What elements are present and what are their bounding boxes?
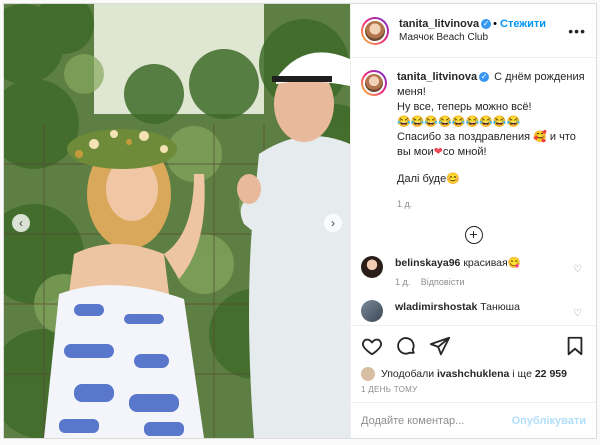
caption-body: tanita_litvinova ✓ С днём рождения меня! … bbox=[397, 70, 586, 212]
more-options-icon[interactable]: ••• bbox=[568, 23, 586, 39]
post-date[interactable]: 1 ДЕНЬ ТОМУ bbox=[351, 383, 596, 402]
comment-text: Танюша bbox=[480, 301, 520, 313]
likes-count[interactable]: 22 959 bbox=[535, 368, 567, 380]
caption-line-4: Спасибо за поздравления 🥰 и что вы мои❤с… bbox=[397, 131, 576, 158]
comment-body: belinskaya96 красивая😋 1 д. Відповісти bbox=[395, 256, 521, 290]
caption-line-3: 😂😂😂😂😂😂😂😂😂 bbox=[397, 116, 521, 128]
post-actions-bar bbox=[351, 325, 596, 365]
liker-avatar[interactable] bbox=[361, 367, 375, 381]
verified-badge-icon: ✓ bbox=[479, 72, 490, 83]
comments-area[interactable]: tanita_litvinova ✓ С днём рождения меня! … bbox=[351, 58, 596, 325]
post-caption: tanita_litvinova ✓ С днём рождения меня! … bbox=[361, 70, 586, 212]
reply-button[interactable]: Відповісти bbox=[421, 277, 465, 287]
comment-time[interactable]: 1 д. bbox=[395, 277, 410, 287]
comment-body: wladimirshostak Танюша bbox=[395, 300, 520, 315]
follow-button[interactable]: Стежити bbox=[500, 18, 546, 30]
likes-prefix: Уподобали bbox=[381, 368, 435, 380]
load-more-comments-button[interactable]: + bbox=[361, 226, 586, 244]
comment-meta: 1 д. Відповісти bbox=[395, 275, 521, 290]
caption-line-2: Ну все, теперь можно всё! bbox=[397, 101, 532, 113]
post-location[interactable]: Маячок Beach Club bbox=[399, 31, 546, 45]
post-modal: ‹ › tanita_litvinova ✓ • Стежити Маячок Be… bbox=[3, 3, 597, 439]
author-username[interactable]: tanita_litvinova bbox=[399, 18, 479, 30]
previous-photo-button[interactable]: ‹ bbox=[12, 214, 30, 232]
share-paper-plane-icon[interactable] bbox=[429, 335, 451, 357]
smiling-face-icon: 🥰 bbox=[533, 131, 547, 143]
author-avatar[interactable] bbox=[361, 16, 389, 45]
next-photo-button[interactable]: › bbox=[324, 214, 342, 232]
comment-username[interactable]: belinskaya96 bbox=[395, 257, 460, 269]
comment-like-heart-icon[interactable]: ♡ bbox=[573, 306, 582, 321]
comment-bubble-icon[interactable] bbox=[395, 335, 417, 357]
photo-illustration bbox=[4, 4, 350, 438]
comment-input[interactable] bbox=[361, 414, 512, 427]
comment-text: красивая😋 bbox=[463, 257, 521, 269]
likes-middle: і ще bbox=[512, 368, 532, 380]
comment-like-heart-icon[interactable]: ♡ bbox=[573, 262, 582, 277]
header-separator: • bbox=[493, 17, 497, 30]
caption-author-username[interactable]: tanita_litvinova bbox=[397, 71, 477, 83]
like-heart-icon[interactable] bbox=[361, 335, 383, 357]
caption-line-5: Далі буде😊 bbox=[397, 173, 460, 185]
plus-circle-icon[interactable]: + bbox=[464, 226, 483, 244]
comment-item: wladimirshostak Танюша ♡ bbox=[361, 300, 586, 322]
post-photo[interactable]: ‹ › bbox=[4, 4, 350, 438]
liker-username[interactable]: ivashchuklena bbox=[437, 368, 509, 380]
comment-item: belinskaya96 красивая😋 1 д. Відповісти ♡ bbox=[361, 256, 586, 290]
likes-summary: Уподобали ivashchuklena і ще 22 959 bbox=[351, 365, 596, 383]
caption-author-avatar[interactable] bbox=[361, 70, 387, 96]
verified-badge-icon: ✓ bbox=[481, 18, 492, 29]
post-header: tanita_litvinova ✓ • Стежити Маячок Beach … bbox=[351, 4, 596, 58]
save-bookmark-icon[interactable] bbox=[564, 335, 586, 357]
author-info: tanita_litvinova ✓ • Стежити Маячок Beach … bbox=[399, 17, 546, 45]
caption-timestamp[interactable]: 1 д. bbox=[397, 197, 586, 212]
add-comment-bar: Опублікувати bbox=[351, 402, 596, 438]
heart-icon: ❤ bbox=[433, 146, 443, 158]
commenter-avatar[interactable] bbox=[361, 256, 383, 278]
publish-comment-button[interactable]: Опублікувати bbox=[512, 415, 586, 427]
comment-username[interactable]: wladimirshostak bbox=[395, 301, 477, 313]
post-side-panel: tanita_litvinova ✓ • Стежити Маячок Beach … bbox=[350, 4, 596, 438]
commenter-avatar[interactable] bbox=[361, 300, 383, 322]
